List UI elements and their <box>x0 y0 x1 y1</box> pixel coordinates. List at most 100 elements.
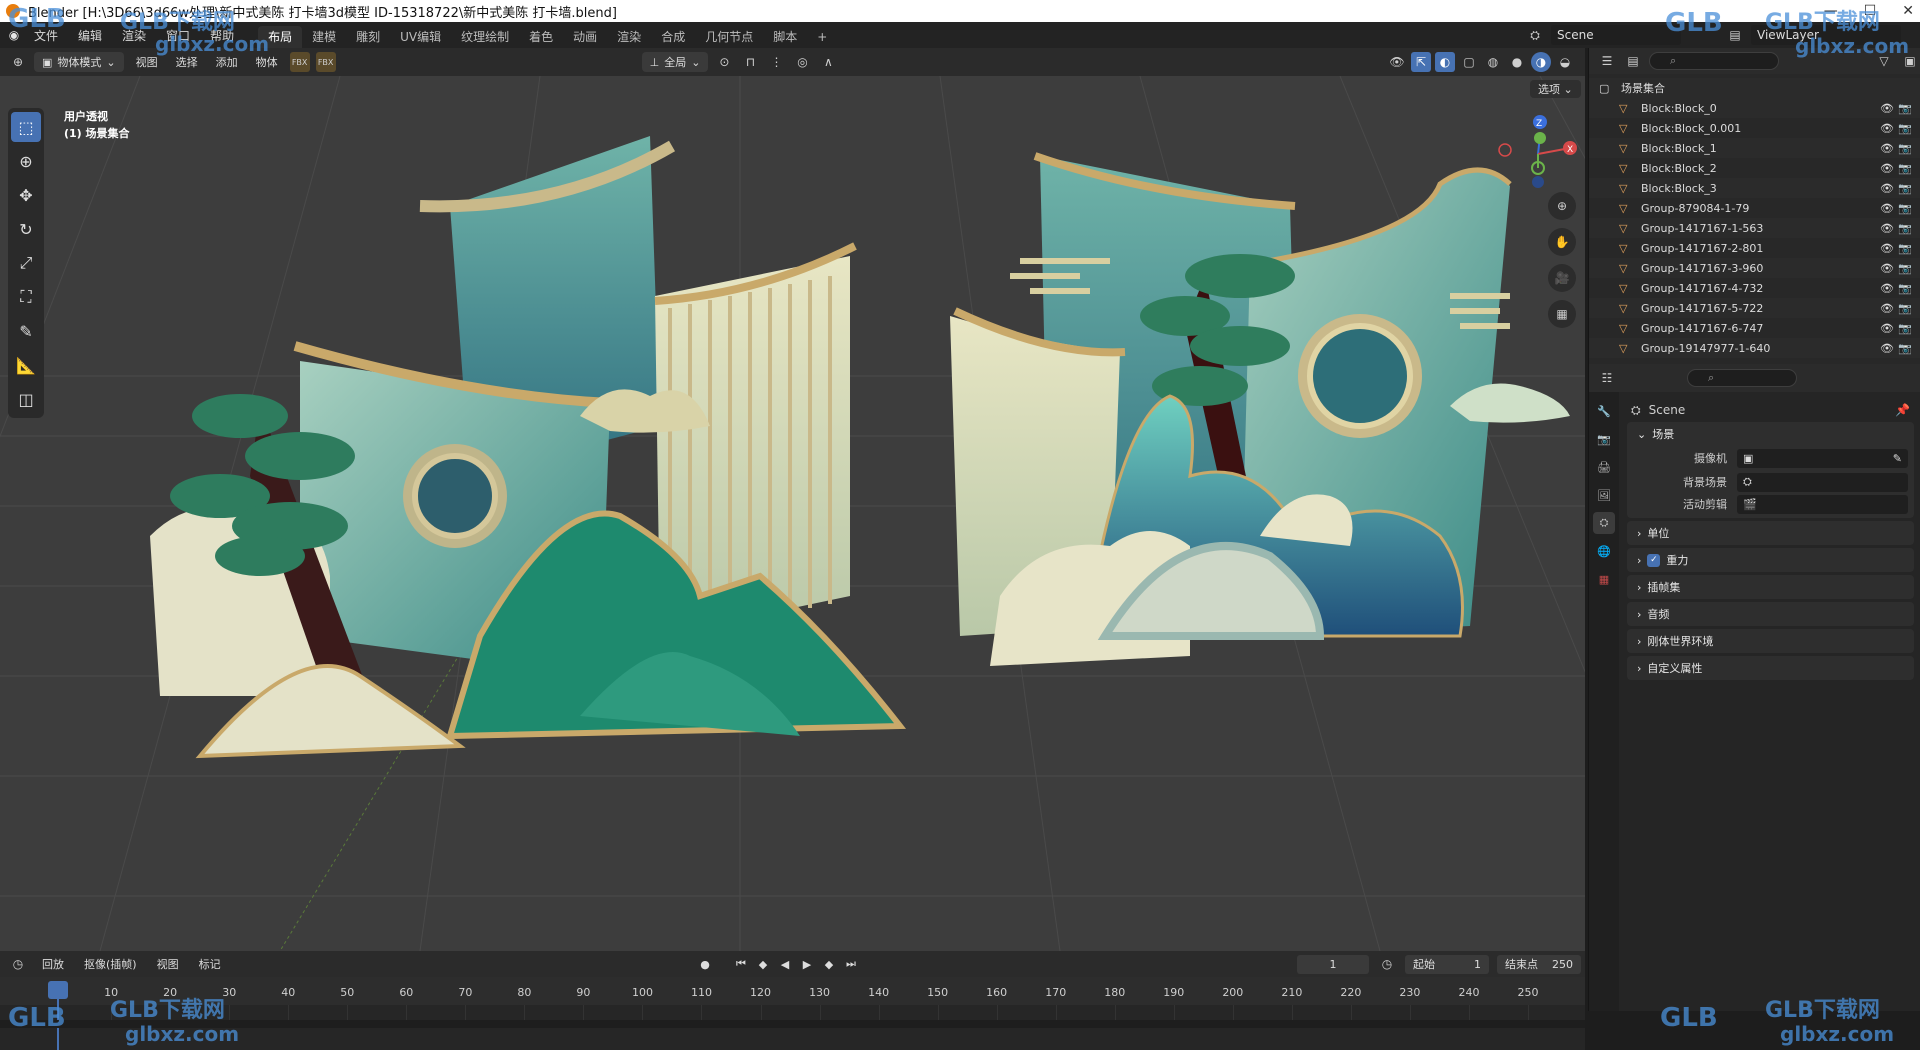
tab-uv-editing[interactable]: UV编辑 <box>390 26 451 48</box>
proportional-edit-icon[interactable]: ◎ <box>792 52 812 72</box>
record-icon[interactable]: ● <box>696 955 714 973</box>
tool-tab-icon[interactable]: 🔧 <box>1593 400 1615 422</box>
eye-icon[interactable]: 👁 <box>1880 342 1894 355</box>
outliner-item[interactable]: ▽ Block:Block_0.001 👁 📷 <box>1589 118 1920 138</box>
play-reverse-icon[interactable]: ◀ <box>776 955 794 973</box>
next-keyframe-icon[interactable]: ◆ <box>820 955 838 973</box>
eye-icon[interactable]: 👁 <box>1880 122 1894 135</box>
menu-marker[interactable]: 标记 <box>193 956 227 972</box>
start-frame-field[interactable]: 起始 1 <box>1405 954 1489 974</box>
render-camera-icon[interactable]: 📷 <box>1898 182 1912 195</box>
outliner-item[interactable]: ▽ Group-1417167-4-732 👁 📷 <box>1589 278 1920 298</box>
menu-edit[interactable]: 编辑 <box>68 27 112 44</box>
outliner-editor-icon[interactable]: ☰ <box>1597 51 1617 71</box>
tab-modeling[interactable]: 建模 <box>302 26 346 48</box>
menu-playback[interactable]: 回放 <box>36 956 70 972</box>
outliner-item[interactable]: ▽ Block:Block_0 👁 📷 <box>1589 98 1920 118</box>
end-frame-field[interactable]: 结束点 250 <box>1497 954 1581 974</box>
editor-type-icon[interactable]: ⊕ <box>8 52 28 72</box>
measure-tool[interactable]: 📐 <box>11 350 41 380</box>
timeline-editor-icon[interactable]: ◷ <box>8 954 28 974</box>
tab-rendering[interactable]: 渲染 <box>607 26 651 48</box>
eye-icon[interactable]: 👁 <box>1880 242 1894 255</box>
background-scene-field[interactable]: ⛭ <box>1737 472 1908 492</box>
visibility-icon[interactable]: 👁 <box>1387 52 1407 72</box>
overlay-toggle-icon[interactable]: ◐ <box>1435 52 1455 72</box>
menu-view[interactable]: 视图 <box>130 54 164 70</box>
view-layer-tab-icon[interactable]: 🖼 <box>1593 484 1615 506</box>
camera-view-icon[interactable]: 🎥 <box>1548 264 1576 292</box>
outliner-item[interactable]: ▽ Group-1417167-1-563 👁 📷 <box>1589 218 1920 238</box>
rotate-tool[interactable]: ↻ <box>11 214 41 244</box>
scene-name[interactable]: Scene <box>1551 25 1681 45</box>
jump-end-icon[interactable]: ⏭ <box>842 955 860 973</box>
render-camera-icon[interactable]: 📷 <box>1898 262 1912 275</box>
camera-field[interactable]: ▣ ✎ <box>1737 448 1908 468</box>
mode-dropdown[interactable]: ▣ 物体模式 ⌄ <box>34 52 124 72</box>
gravity-checkbox[interactable]: ✓ <box>1647 553 1661 567</box>
pivot-icon[interactable]: ⊙ <box>714 52 734 72</box>
render-camera-icon[interactable]: 📷 <box>1898 222 1912 235</box>
render-camera-icon[interactable]: 📷 <box>1898 282 1912 295</box>
panel-rigid-body-world[interactable]: › 刚体世界环境 <box>1627 629 1914 653</box>
transform-tool[interactable]: ⛶ <box>11 282 41 312</box>
zoom-icon[interactable]: ⊕ <box>1548 192 1576 220</box>
solid-shading-icon[interactable]: ● <box>1507 52 1527 72</box>
outliner-search-input[interactable]: ⌕ <box>1649 52 1779 70</box>
pan-hand-icon[interactable]: ✋ <box>1548 228 1576 256</box>
menu-select[interactable]: 选择 <box>170 54 204 70</box>
panel-units[interactable]: › 单位 <box>1627 521 1914 545</box>
render-camera-icon[interactable]: 📷 <box>1898 142 1912 155</box>
rendered-shading-icon[interactable]: ◒ <box>1555 52 1575 72</box>
eye-icon[interactable]: 👁 <box>1880 102 1894 115</box>
jump-start-icon[interactable]: ⏮ <box>732 955 750 973</box>
menu-keying[interactable]: 抠像(插帧) <box>78 956 143 972</box>
eyedropper-icon[interactable]: ✎ <box>1893 452 1902 465</box>
eye-icon[interactable]: 👁 <box>1880 222 1894 235</box>
tab-texture-paint[interactable]: 纹理绘制 <box>451 26 519 48</box>
fbx-export-icon[interactable]: FBX <box>315 52 336 72</box>
add-cube-tool[interactable]: ◫ <box>11 384 41 414</box>
texture-tab-icon[interactable]: ▦ <box>1593 568 1615 590</box>
close-icon[interactable]: ✕ <box>1902 3 1914 19</box>
outliner-item[interactable]: ▽ Group-1417167-5-722 👁 📷 <box>1589 298 1920 318</box>
render-camera-icon[interactable]: 📷 <box>1898 242 1912 255</box>
outliner-item[interactable]: ▽ Block:Block_2 👁 📷 <box>1589 158 1920 178</box>
viewport-options-dropdown[interactable]: 选项 ⌄ <box>1530 80 1581 98</box>
material-shading-icon[interactable]: ◑ <box>1531 52 1551 72</box>
transform-orientation-dropdown[interactable]: ⊥ 全局 ⌄ <box>641 52 709 72</box>
eye-icon[interactable]: 👁 <box>1880 322 1894 335</box>
add-workspace-icon[interactable]: + <box>807 26 837 48</box>
pin-icon[interactable]: 📌 <box>1895 403 1910 417</box>
render-camera-icon[interactable]: 📷 <box>1898 122 1912 135</box>
outliner-item[interactable]: ▽ Block:Block_1 👁 📷 <box>1589 138 1920 158</box>
world-tab-icon[interactable]: 🌐 <box>1593 540 1615 562</box>
menu-timeline-view[interactable]: 视图 <box>151 956 185 972</box>
xray-icon[interactable]: ▢ <box>1459 52 1479 72</box>
prev-keyframe-icon[interactable]: ◆ <box>754 955 772 973</box>
display-mode-icon[interactable]: ▤ <box>1623 51 1643 71</box>
eye-icon[interactable]: 👁 <box>1880 202 1894 215</box>
eye-icon[interactable]: 👁 <box>1880 262 1894 275</box>
menu-object[interactable]: 物体 <box>250 54 284 70</box>
wireframe-shading-icon[interactable]: ◍ <box>1483 52 1503 72</box>
eye-icon[interactable]: 👁 <box>1880 162 1894 175</box>
scene-selector[interactable]: ⛭ Scene <box>1525 25 1681 45</box>
current-frame-field[interactable]: 1 <box>1297 954 1369 974</box>
snap-icon[interactable]: ⊓ <box>740 52 760 72</box>
menu-add[interactable]: 添加 <box>210 54 244 70</box>
playhead[interactable] <box>48 981 68 999</box>
annotate-tool[interactable]: ✎ <box>11 316 41 346</box>
outliner-item[interactable]: ▽ Group-1417167-3-960 👁 📷 <box>1589 258 1920 278</box>
render-camera-icon[interactable]: 📷 <box>1898 202 1912 215</box>
outliner-item[interactable]: ▽ Group-1417167-2-801 👁 📷 <box>1589 238 1920 258</box>
3d-viewport[interactable]: Z X <box>0 76 1585 951</box>
outliner-item[interactable]: ▽ Group-1417167-6-747 👁 📷 <box>1589 318 1920 338</box>
render-camera-icon[interactable]: 📷 <box>1898 342 1912 355</box>
properties-editor-icon[interactable]: ☷ <box>1597 368 1617 388</box>
snap-target-icon[interactable]: ⋮ <box>766 52 786 72</box>
render-camera-icon[interactable]: 📷 <box>1898 102 1912 115</box>
outliner-item[interactable]: ▽ Block:Block_3 👁 📷 <box>1589 178 1920 198</box>
panel-audio[interactable]: › 音频 <box>1627 602 1914 626</box>
clock-icon[interactable]: ◷ <box>1377 954 1397 974</box>
